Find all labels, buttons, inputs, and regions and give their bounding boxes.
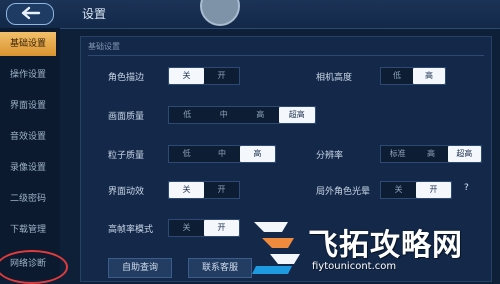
ui-animation-off[interactable]: 关	[169, 182, 204, 198]
image-quality-high[interactable]: 高	[242, 107, 279, 123]
sidebar-item-sound-settings[interactable]: 音效设置	[0, 125, 56, 149]
high-fps-label: 高帧率模式	[108, 225, 154, 235]
back-arrow-icon	[21, 6, 41, 20]
role-outline-label: 角色描边	[108, 73, 145, 83]
section-divider	[88, 55, 484, 56]
image-quality-ultra[interactable]: 超高	[278, 107, 315, 123]
watermark-brand: 飞拓攻略网	[308, 228, 463, 263]
sidebar-item-secondary-password[interactable]: 二级密码	[0, 187, 56, 211]
resolution-ultra[interactable]: 超高	[447, 146, 481, 162]
section-title: 基础设置	[88, 42, 120, 51]
high-fps-off[interactable]: 关	[169, 220, 204, 236]
outside-role-halo-label: 局外角色光晕	[316, 187, 371, 197]
high-fps-on[interactable]: 开	[204, 220, 239, 236]
ui-animation-toggle[interactable]: 关 开	[168, 181, 240, 199]
watermark: 飞拓攻略网 fiytounicont.com	[248, 216, 500, 280]
sidebar-item-interface-settings[interactable]: 界面设置	[0, 94, 56, 118]
particle-quality-medium[interactable]: 中	[204, 146, 239, 162]
sidebar-item-download-manager[interactable]: 下载管理	[0, 218, 56, 242]
outside-role-halo-on[interactable]: 开	[416, 182, 451, 198]
particle-quality-high[interactable]: 高	[239, 146, 275, 162]
image-quality-low[interactable]: 低	[169, 107, 206, 123]
sidebar-item-basic-settings[interactable]: 基础设置	[0, 32, 56, 56]
help-icon[interactable]: ?	[464, 183, 469, 193]
image-quality-label: 画面质量	[108, 112, 145, 122]
resolution-label: 分辨率	[316, 151, 344, 161]
particle-quality-label: 粒子质量	[108, 151, 145, 161]
top-bar: 设置	[0, 0, 500, 29]
ui-animation-label: 界面动效	[108, 187, 145, 197]
sidebar-item-operation-settings[interactable]: 操作设置	[0, 63, 56, 87]
contact-service-button[interactable]: 联系客服	[188, 258, 252, 278]
outside-role-halo-toggle[interactable]: 关 开	[380, 181, 452, 199]
page-title: 设置	[82, 7, 107, 21]
role-outline-on[interactable]: 开	[204, 68, 239, 84]
camera-height-high[interactable]: 高	[413, 68, 445, 84]
auto-query-button[interactable]: 自助查询	[108, 258, 172, 278]
particle-quality-selector[interactable]: 低 中 高	[168, 145, 276, 163]
outside-role-halo-off[interactable]: 关	[381, 182, 416, 198]
resolution-standard[interactable]: 标准	[381, 146, 414, 162]
role-outline-toggle[interactable]: 关 开	[168, 67, 240, 85]
particle-quality-low[interactable]: 低	[169, 146, 204, 162]
sidebar-item-replay-settings[interactable]: 录像设置	[0, 156, 56, 180]
resolution-high[interactable]: 高	[414, 146, 447, 162]
camera-height-toggle[interactable]: 低 高	[380, 67, 446, 85]
image-quality-selector[interactable]: 低 中 高 超高	[168, 106, 316, 124]
avatar[interactable]	[200, 0, 240, 26]
back-button[interactable]	[6, 3, 54, 25]
image-quality-medium[interactable]: 中	[206, 107, 243, 123]
camera-height-low[interactable]: 低	[381, 68, 413, 84]
brand-logo-icon	[252, 222, 300, 274]
high-fps-toggle[interactable]: 关 开	[168, 219, 240, 237]
role-outline-off[interactable]: 关	[169, 68, 204, 84]
camera-height-label: 相机高度	[316, 73, 353, 83]
ui-animation-on[interactable]: 开	[204, 182, 239, 198]
watermark-url: fiytounicont.com	[312, 261, 397, 272]
resolution-selector[interactable]: 标准 高 超高	[380, 145, 482, 163]
